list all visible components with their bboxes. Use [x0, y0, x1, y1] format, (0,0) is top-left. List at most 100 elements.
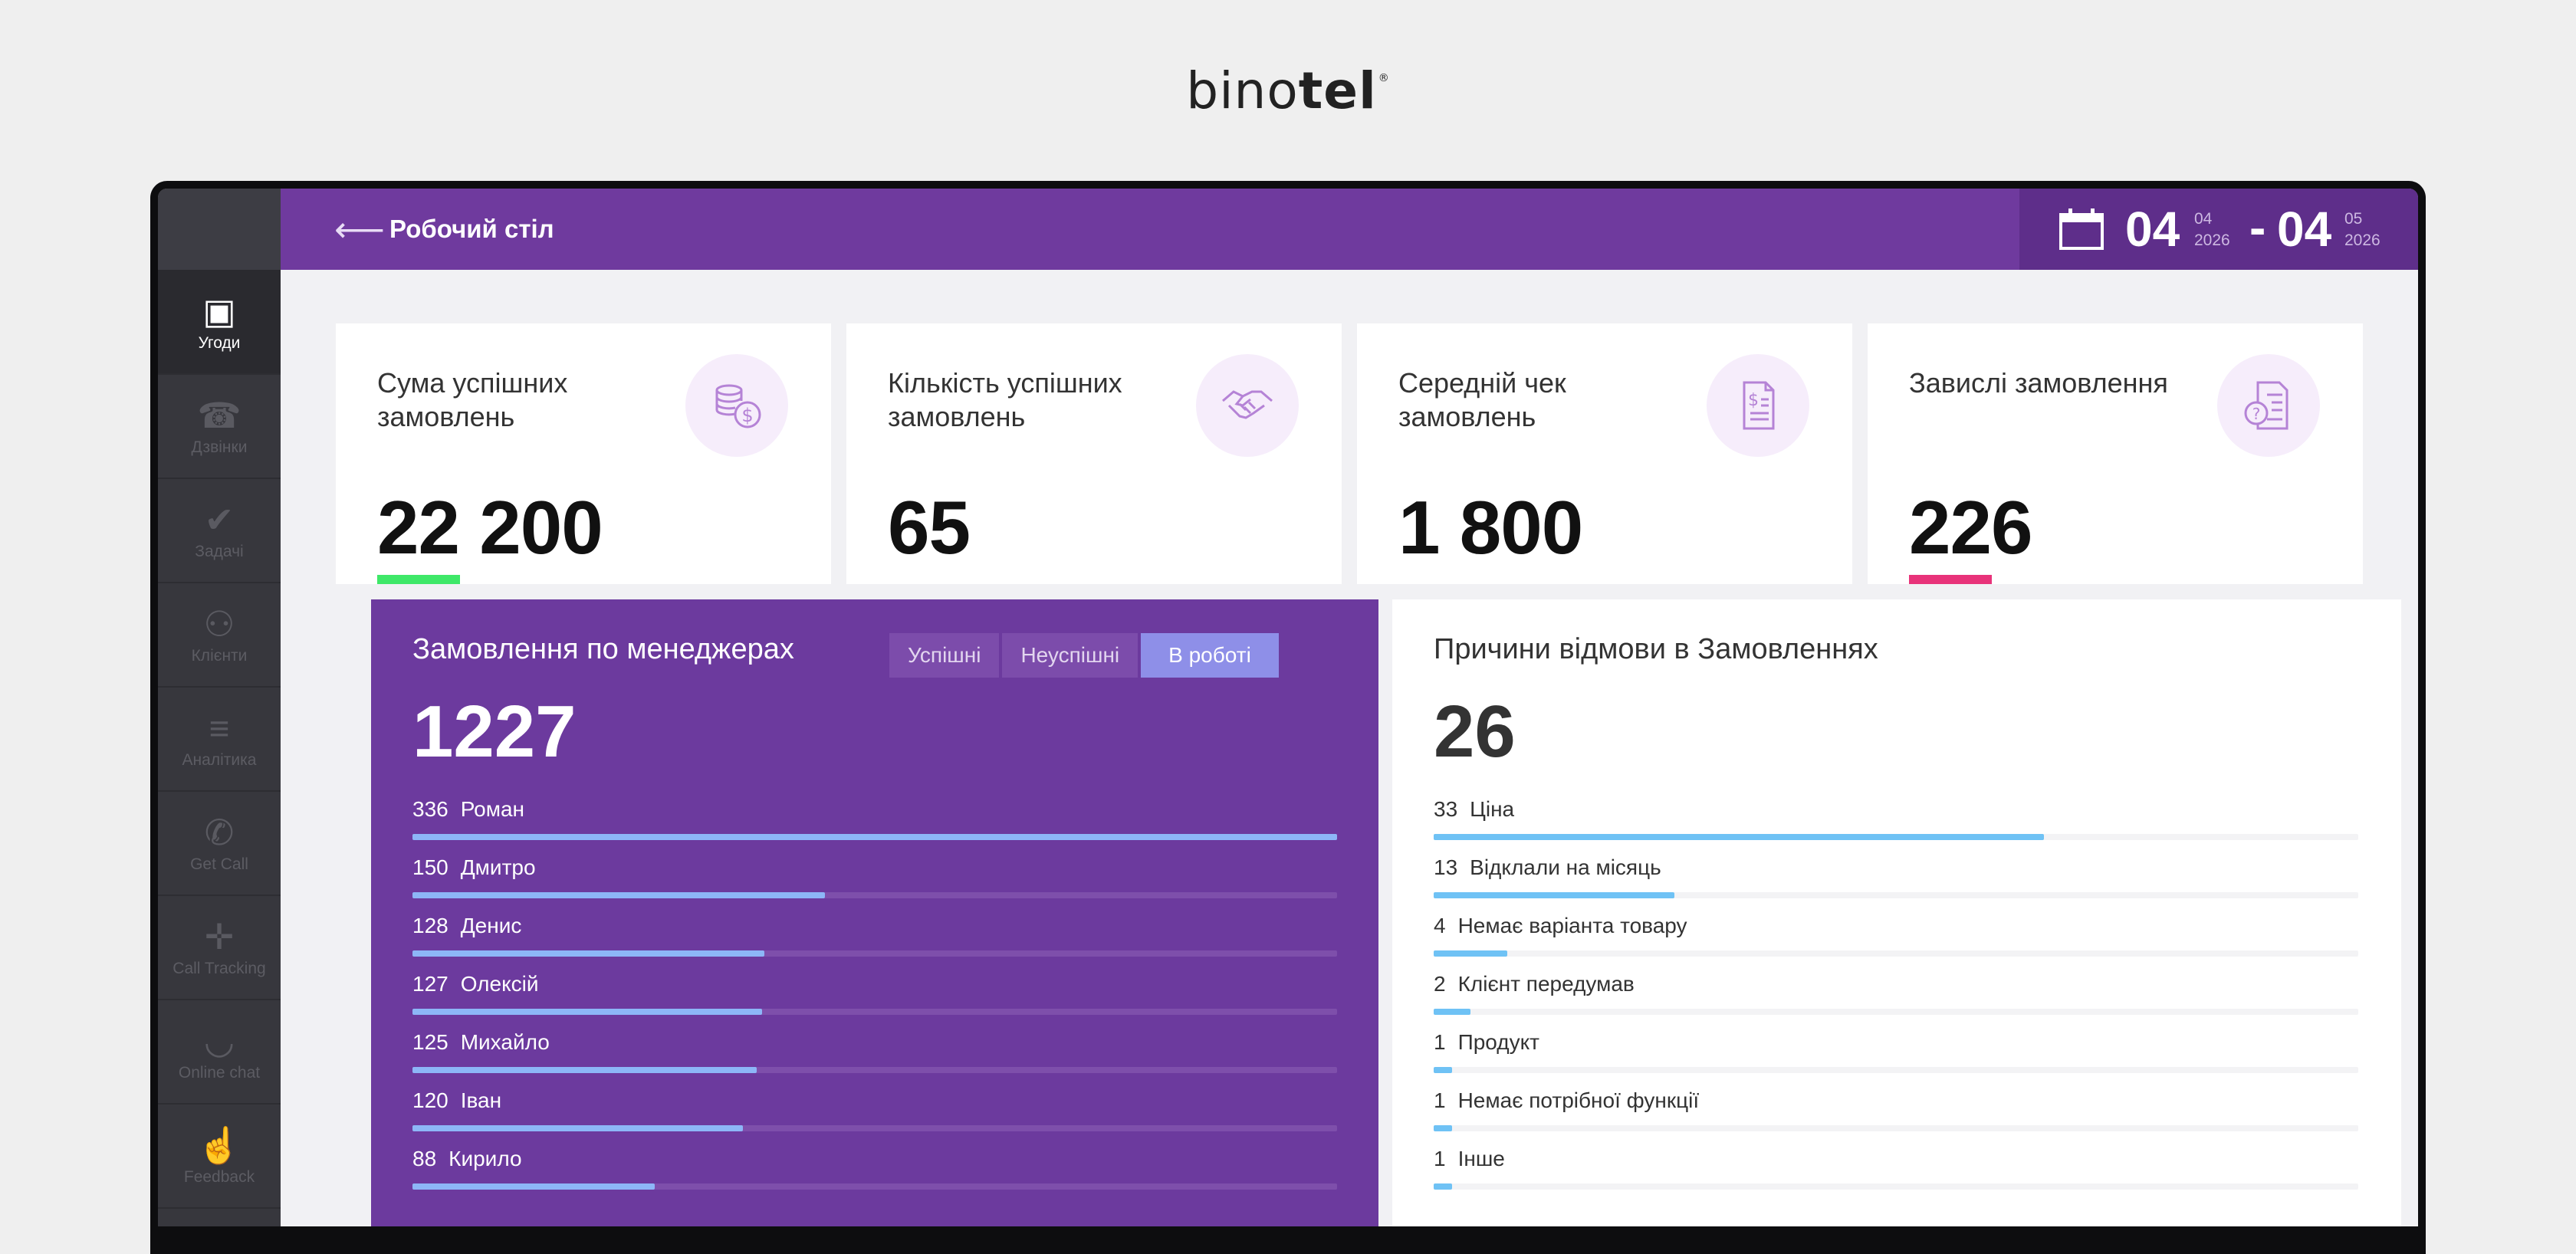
- sidebar-item-phone[interactable]: ☎ Дзвінки: [158, 375, 281, 479]
- list-item-text: 127 Олексій: [412, 972, 539, 996]
- svg-text:$: $: [1748, 391, 1759, 410]
- sidebar-item-user[interactable]: ⚇ Клієнти: [158, 583, 281, 688]
- list-item: 128 Денис: [412, 914, 1337, 972]
- progress-track: [412, 834, 1337, 840]
- page-title: Робочий стіл: [389, 215, 554, 243]
- progress-track: [412, 1125, 1337, 1131]
- tab-in-progress[interactable]: В роботі: [1141, 633, 1279, 678]
- list-item-count: 2: [1434, 972, 1446, 996]
- status-tabs: Успішні Неуспішні В роботі: [889, 633, 1279, 678]
- app-screen: ▣ Угоди ☎ Дзвінки ✔ Задачі ⚇ Клієнти ≡ Аналітика ✆…: [158, 189, 2418, 1226]
- list-item-text: 336 Роман: [412, 797, 524, 822]
- top-bar: ⟵ Робочий стіл 4 4 04 04: [281, 189, 2418, 270]
- list-item: 127 Олексій: [412, 972, 1337, 1030]
- handshake-icon: [1196, 354, 1299, 457]
- list-item: 150 Дмитро: [412, 855, 1337, 914]
- sidebar-item-label: Call Tracking: [172, 960, 266, 977]
- getcall-icon: ✆: [204, 812, 235, 852]
- list-item-text: 2 Клієнт передумав: [1434, 972, 1635, 996]
- progress-fill: [412, 1009, 762, 1015]
- tab-successful[interactable]: Успішні: [889, 633, 1000, 678]
- back-arrow-icon[interactable]: ⟵: [334, 212, 385, 247]
- progress-track: [1434, 1067, 2358, 1073]
- date-to-day: 04: [2277, 202, 2332, 257]
- coins-icon: $: [685, 354, 788, 457]
- panel-title: Причини відмови в Замовленнях: [1434, 633, 1878, 665]
- progress-track: [1434, 1125, 2358, 1131]
- stat-value: 1 800: [1398, 485, 1583, 570]
- progress-track: [1434, 1009, 2358, 1015]
- stat-label: Середній чек замовлень: [1398, 367, 1566, 432]
- list-item-count: 128: [412, 914, 449, 937]
- list-item-name: Інше: [1457, 1147, 1505, 1170]
- list-item: 1 Немає потрібної функції: [1434, 1088, 2358, 1147]
- list-item-text: 1 Інше: [1434, 1147, 1505, 1171]
- svg-text:$: $: [741, 405, 753, 426]
- date-from-month: 04: [2194, 210, 2213, 228]
- list-item-text: 1 Немає потрібної функції: [1434, 1088, 1699, 1113]
- list-item-count: 1: [1434, 1147, 1446, 1170]
- list-item-name: Іван: [460, 1088, 502, 1112]
- list-item-text: 150 Дмитро: [412, 855, 536, 880]
- analytics-icon: ≡: [209, 708, 230, 748]
- sidebar-nav: ▣ Угоди ☎ Дзвінки ✔ Задачі ⚇ Клієнти ≡ Аналітика ✆…: [158, 271, 281, 1209]
- progress-fill: [412, 834, 1337, 840]
- date-range-picker[interactable]: 04 04 2026 - 04 05 2026: [2019, 189, 2418, 270]
- date-to-year: 2026: [2344, 231, 2380, 249]
- stat-value: 22 200: [377, 485, 603, 570]
- list-item-text: 33 Ціна: [1434, 797, 1514, 822]
- progress-fill: [1434, 950, 1508, 957]
- list-item-name: Немає потрібної функції: [1457, 1088, 1700, 1112]
- invoice-icon: $: [1707, 354, 1809, 457]
- svg-text:?: ?: [2252, 405, 2261, 423]
- sidebar-item-getcall[interactable]: ✆ Get Call: [158, 792, 281, 896]
- calendar-icon: [2059, 208, 2104, 250]
- sidebar-item-label: Get Call: [190, 855, 248, 873]
- sidebar-item-label: Дзвінки: [191, 438, 248, 456]
- date-from-year: 2026: [2194, 231, 2230, 249]
- stat-card-average-check: Середній чек замовлень 1 800 $: [1357, 323, 1852, 584]
- list-item-count: 4: [1434, 914, 1446, 937]
- list-item: 4 Немає варіанта товару: [1434, 914, 2358, 972]
- list-item-name: Відклали на місяць: [1470, 855, 1661, 879]
- list-item-name: Роман: [460, 797, 525, 821]
- stat-card-successful-sum: Сума успішних замовлень 22 200 $: [336, 323, 831, 584]
- progress-track: [1434, 950, 2358, 957]
- list-item: 13 Відклали на місяць: [1434, 855, 2358, 914]
- list-item-name: Ціна: [1470, 797, 1515, 821]
- progress-fill: [412, 950, 765, 957]
- list-item-text: 13 Відклали на місяць: [1434, 855, 1661, 880]
- progress-fill: [412, 1067, 757, 1073]
- list-item-count: 13: [1434, 855, 1458, 879]
- phone-icon: ☎: [197, 396, 242, 435]
- progress-fill: [412, 892, 826, 898]
- sidebar-item-label: Угоди: [198, 334, 241, 352]
- list-item-name: Михайло: [460, 1030, 550, 1054]
- chat-icon: ◡: [203, 1021, 235, 1061]
- sidebar-item-calltracking[interactable]: ✛ Call Tracking: [158, 896, 281, 1000]
- sidebar-item-analytics[interactable]: ≡ Аналітика: [158, 688, 281, 792]
- feedback-icon: ☝: [197, 1125, 242, 1165]
- panel-total: 1227: [412, 691, 577, 773]
- sidebar-item-feedback[interactable]: ☝ Feedback: [158, 1105, 281, 1209]
- list-item-name: Немає варіанта товару: [1457, 914, 1687, 937]
- calltracking-icon: ✛: [204, 917, 235, 957]
- progress-fill: [1434, 1009, 1471, 1015]
- sidebar-item-deals[interactable]: ▣ Угоди: [158, 271, 281, 375]
- list-item: 336 Роман: [412, 797, 1337, 855]
- list-item: 88 Кирило: [412, 1147, 1337, 1205]
- sidebar-item-label: Online chat: [178, 1064, 261, 1082]
- progress-track: [412, 950, 1337, 957]
- progress-track: [412, 892, 1337, 898]
- progress-fill: [1434, 892, 1674, 898]
- progress-track: [1434, 1183, 2358, 1190]
- list-item-name: Клієнт передумав: [1457, 972, 1635, 996]
- sidebar-item-label: Аналітика: [182, 751, 257, 769]
- progress-fill: [1434, 834, 2044, 840]
- sidebar-item-check[interactable]: ✔ Задачі: [158, 479, 281, 583]
- deals-icon: ▣: [202, 291, 236, 331]
- tab-unsuccessful[interactable]: Неуспішні: [1002, 633, 1138, 678]
- list-item-name: Денис: [460, 914, 522, 937]
- sidebar-item-chat[interactable]: ◡ Online chat: [158, 1000, 281, 1105]
- list-item-name: Дмитро: [460, 855, 536, 879]
